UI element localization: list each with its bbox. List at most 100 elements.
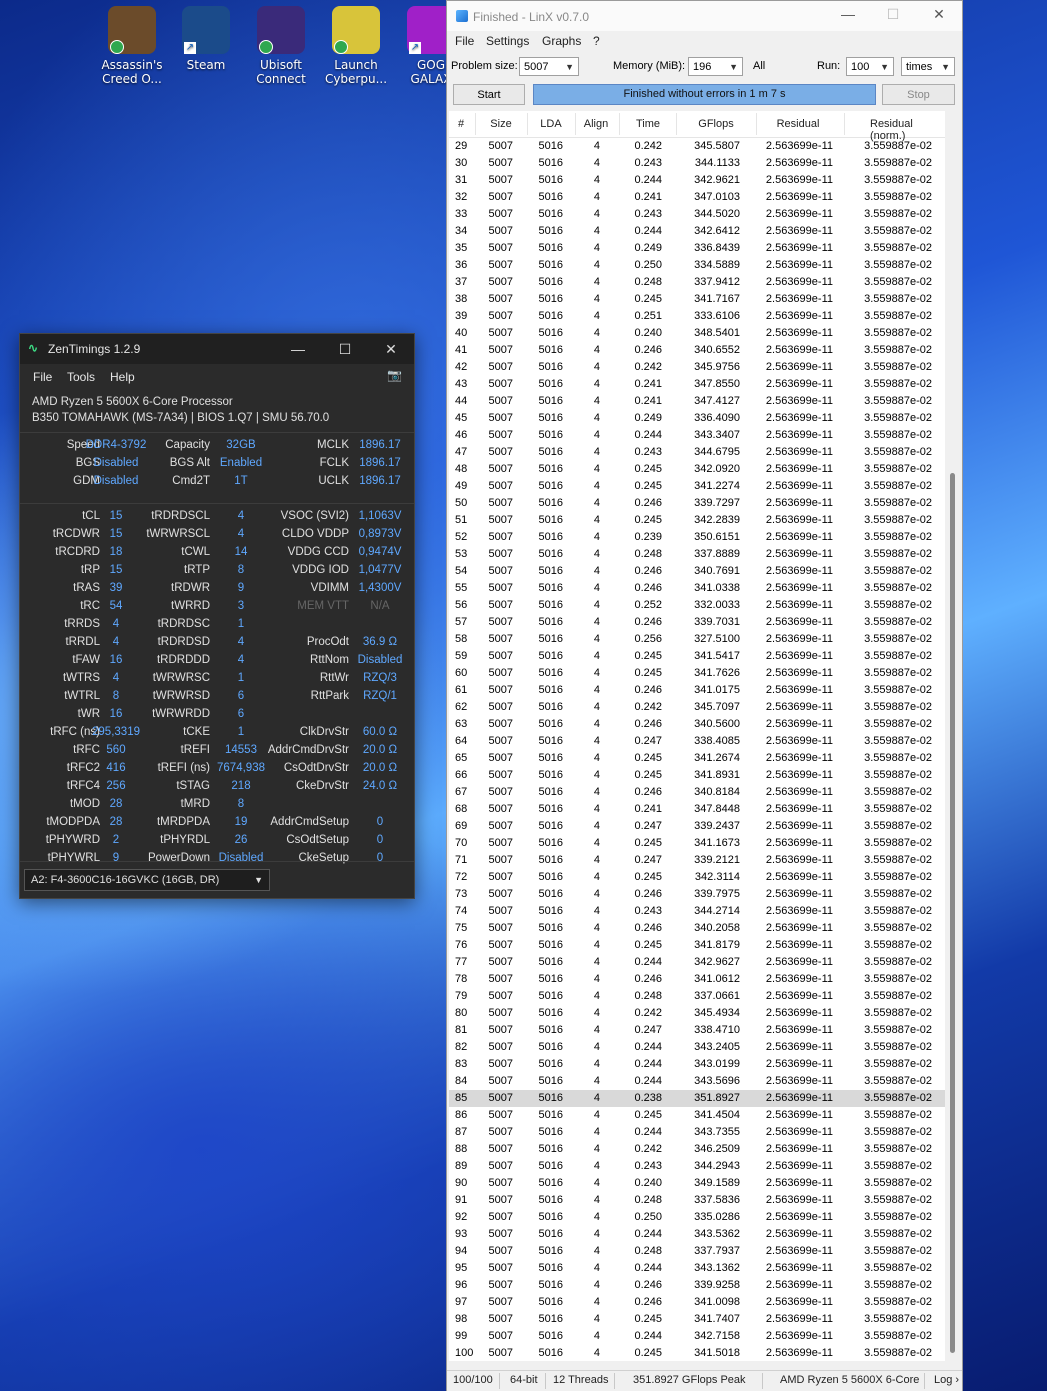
table-row[interactable]: 91 5007 5016 4 0.248 337.5836 2.563699e-11 3.55… [449,1192,945,1209]
table-row[interactable]: 93 5007 5016 4 0.244 343.5362 2.563699e-11 3.55… [449,1226,945,1243]
column-header[interactable]: Align [584,118,608,130]
table-row[interactable]: 54 5007 5016 4 0.246 340.7691 2.563699e-11 3.55… [449,563,945,580]
table-row[interactable]: 60 5007 5016 4 0.245 341.7626 2.563699e-11 3.55… [449,665,945,682]
menu-file[interactable]: File [455,34,474,48]
table-row[interactable]: 64 5007 5016 4 0.247 338.4085 2.563699e-11 3.55… [449,733,945,750]
table-row[interactable]: 34 5007 5016 4 0.244 342.6412 2.563699e-11 3.55… [449,223,945,240]
table-row[interactable]: 96 5007 5016 4 0.246 339.9258 2.563699e-11 3.55… [449,1277,945,1294]
table-row[interactable]: 50 5007 5016 4 0.246 339.7297 2.563699e-11 3.55… [449,495,945,512]
table-row[interactable]: 62 5007 5016 4 0.242 345.7097 2.563699e-11 3.55… [449,699,945,716]
desktop-icon[interactable]: Ubisoft Connect [245,6,317,86]
maximize-button[interactable]: ☐ [873,6,913,23]
table-row[interactable]: 68 5007 5016 4 0.241 347.8448 2.563699e-11 3.55… [449,801,945,818]
table-row[interactable]: 81 5007 5016 4 0.247 338.4710 2.563699e-11 3.55… [449,1022,945,1039]
table-row[interactable]: 56 5007 5016 4 0.252 332.0033 2.563699e-11 3.55… [449,597,945,614]
table-row[interactable]: 71 5007 5016 4 0.247 339.2121 2.563699e-11 3.55… [449,852,945,869]
table-row[interactable]: 55 5007 5016 4 0.246 341.0338 2.563699e-11 3.55… [449,580,945,597]
run-unit-combo[interactable]: times ▼ [901,57,955,76]
table-row[interactable]: 53 5007 5016 4 0.248 337.8889 2.563699e-11 3.55… [449,546,945,563]
table-row[interactable]: 80 5007 5016 4 0.242 345.4934 2.563699e-11 3.55… [449,1005,945,1022]
column-header[interactable]: Size [490,118,511,130]
maximize-button[interactable]: ☐ [325,338,365,360]
linx-titlebar[interactable]: Finished - LinX v0.7.0 — ☐ ✕ [447,1,962,31]
menu-tools[interactable]: Tools [67,370,95,384]
column-separator[interactable] [475,113,476,135]
table-row[interactable]: 76 5007 5016 4 0.245 341.8179 2.563699e-11 3.55… [449,937,945,954]
table-row[interactable]: 33 5007 5016 4 0.243 344.5020 2.563699e-11 3.55… [449,206,945,223]
memory-module-select[interactable]: A2: F4-3600C16-16GVKC (16GB, DR) ▼ [24,869,270,891]
table-row[interactable]: 40 5007 5016 4 0.240 348.5401 2.563699e-11 3.55… [449,325,945,342]
column-separator[interactable] [527,113,528,135]
column-separator[interactable] [619,113,620,135]
column-separator[interactable] [575,113,576,135]
table-row[interactable]: 67 5007 5016 4 0.246 340.8184 2.563699e-11 3.55… [449,784,945,801]
table-row[interactable]: 45 5007 5016 4 0.249 336.4090 2.563699e-11 3.55… [449,410,945,427]
desktop-icon[interactable]: ↗ Steam [170,6,242,72]
minimize-button[interactable]: — [828,6,868,22]
table-row[interactable]: 69 5007 5016 4 0.247 339.2437 2.563699e-11 3.55… [449,818,945,835]
table-row[interactable]: 30 5007 5016 4 0.243 344.1133 2.563699e-11 3.55… [449,155,945,172]
table-row[interactable]: 85 5007 5016 4 0.238 351.8927 2.563699e-11 3.55… [449,1090,945,1107]
table-row[interactable]: 31 5007 5016 4 0.244 342.9621 2.563699e-11 3.55… [449,172,945,189]
menu-help[interactable]: ? [593,34,600,48]
column-header[interactable]: GFlops [698,118,733,130]
table-row[interactable]: 51 5007 5016 4 0.245 342.2839 2.563699e-11 3.55… [449,512,945,529]
table-row[interactable]: 46 5007 5016 4 0.244 343.3407 2.563699e-11 3.55… [449,427,945,444]
column-header[interactable]: Residual [777,118,820,130]
table-row[interactable]: 70 5007 5016 4 0.245 341.1673 2.563699e-11 3.55… [449,835,945,852]
stop-button[interactable]: Stop [882,84,955,105]
camera-icon[interactable]: 📷 [387,368,402,382]
table-row[interactable]: 72 5007 5016 4 0.245 342.3114 2.563699e-11 3.55… [449,869,945,886]
desktop-icon[interactable]: Assassin's Creed O... [96,6,168,86]
table-row[interactable]: 61 5007 5016 4 0.246 341.0175 2.563699e-11 3.55… [449,682,945,699]
menu-file[interactable]: File [33,370,52,384]
table-row[interactable]: 43 5007 5016 4 0.241 347.8550 2.563699e-11 3.55… [449,376,945,393]
zentimings-titlebar[interactable]: ∿ ZenTimings 1.2.9 — ☐ ✕ [20,334,414,364]
table-row[interactable]: 84 5007 5016 4 0.244 343.5696 2.563699e-11 3.55… [449,1073,945,1090]
table-row[interactable]: 90 5007 5016 4 0.240 349.1589 2.563699e-11 3.55… [449,1175,945,1192]
table-row[interactable]: 37 5007 5016 4 0.248 337.9412 2.563699e-11 3.55… [449,274,945,291]
table-row[interactable]: 41 5007 5016 4 0.246 340.6552 2.563699e-11 3.55… [449,342,945,359]
table-row[interactable]: 65 5007 5016 4 0.245 341.2674 2.563699e-11 3.55… [449,750,945,767]
table-row[interactable]: 89 5007 5016 4 0.243 344.2943 2.563699e-11 3.55… [449,1158,945,1175]
minimize-button[interactable]: — [278,338,318,360]
table-row[interactable]: 83 5007 5016 4 0.244 343.0199 2.563699e-11 3.55… [449,1056,945,1073]
table-row[interactable]: 99 5007 5016 4 0.244 342.7158 2.563699e-11 3.55… [449,1328,945,1345]
column-header[interactable]: LDA [540,118,561,130]
table-row[interactable]: 88 5007 5016 4 0.242 346.2509 2.563699e-11 3.55… [449,1141,945,1158]
scrollbar-thumb[interactable] [950,473,955,1353]
memory-combo[interactable]: 196 ▼ [688,57,743,76]
log-button[interactable]: Log › [934,1374,959,1386]
table-row[interactable]: 86 5007 5016 4 0.245 341.4504 2.563699e-11 3.55… [449,1107,945,1124]
table-row[interactable]: 92 5007 5016 4 0.250 335.0286 2.563699e-11 3.55… [449,1209,945,1226]
table-row[interactable]: 79 5007 5016 4 0.248 337.0661 2.563699e-11 3.55… [449,988,945,1005]
table-row[interactable]: 75 5007 5016 4 0.246 340.2058 2.563699e-11 3.55… [449,920,945,937]
table-row[interactable]: 59 5007 5016 4 0.245 341.5417 2.563699e-11 3.55… [449,648,945,665]
table-row[interactable]: 58 5007 5016 4 0.256 327.5100 2.563699e-11 3.55… [449,631,945,648]
table-row[interactable]: 97 5007 5016 4 0.246 341.0098 2.563699e-11 3.55… [449,1294,945,1311]
table-row[interactable]: 94 5007 5016 4 0.248 337.7937 2.563699e-11 3.55… [449,1243,945,1260]
table-row[interactable]: 48 5007 5016 4 0.245 342.0920 2.563699e-11 3.55… [449,461,945,478]
problem-size-combo[interactable]: 5007 ▼ [519,57,579,76]
close-button[interactable]: ✕ [371,338,411,360]
column-separator[interactable] [844,113,845,135]
menu-settings[interactable]: Settings [486,34,529,48]
table-row[interactable]: 44 5007 5016 4 0.241 347.4127 2.563699e-11 3.55… [449,393,945,410]
close-button[interactable]: ✕ [919,6,959,23]
table-row[interactable]: 77 5007 5016 4 0.244 342.9627 2.563699e-11 3.55… [449,954,945,971]
table-row[interactable]: 32 5007 5016 4 0.241 347.0103 2.563699e-11 3.55… [449,189,945,206]
table-row[interactable]: 82 5007 5016 4 0.244 343.2405 2.563699e-11 3.55… [449,1039,945,1056]
table-row[interactable]: 95 5007 5016 4 0.244 343.1362 2.563699e-11 3.55… [449,1260,945,1277]
table-row[interactable]: 57 5007 5016 4 0.246 339.7031 2.563699e-11 3.55… [449,614,945,631]
table-row[interactable]: 35 5007 5016 4 0.249 336.8439 2.563699e-11 3.55… [449,240,945,257]
column-header[interactable]: Time [636,118,660,130]
table-row[interactable]: 36 5007 5016 4 0.250 334.5889 2.563699e-11 3.55… [449,257,945,274]
table-row[interactable]: 73 5007 5016 4 0.246 339.7975 2.563699e-11 3.55… [449,886,945,903]
table-row[interactable]: 39 5007 5016 4 0.251 333.6106 2.563699e-11 3.55… [449,308,945,325]
vertical-scrollbar[interactable] [947,111,959,1361]
table-row[interactable]: 98 5007 5016 4 0.245 341.7407 2.563699e-11 3.55… [449,1311,945,1328]
table-row[interactable]: 66 5007 5016 4 0.245 341.8931 2.563699e-11 3.55… [449,767,945,784]
column-separator[interactable] [756,113,757,135]
all-button[interactable]: All [753,60,765,72]
column-separator[interactable] [676,113,677,135]
